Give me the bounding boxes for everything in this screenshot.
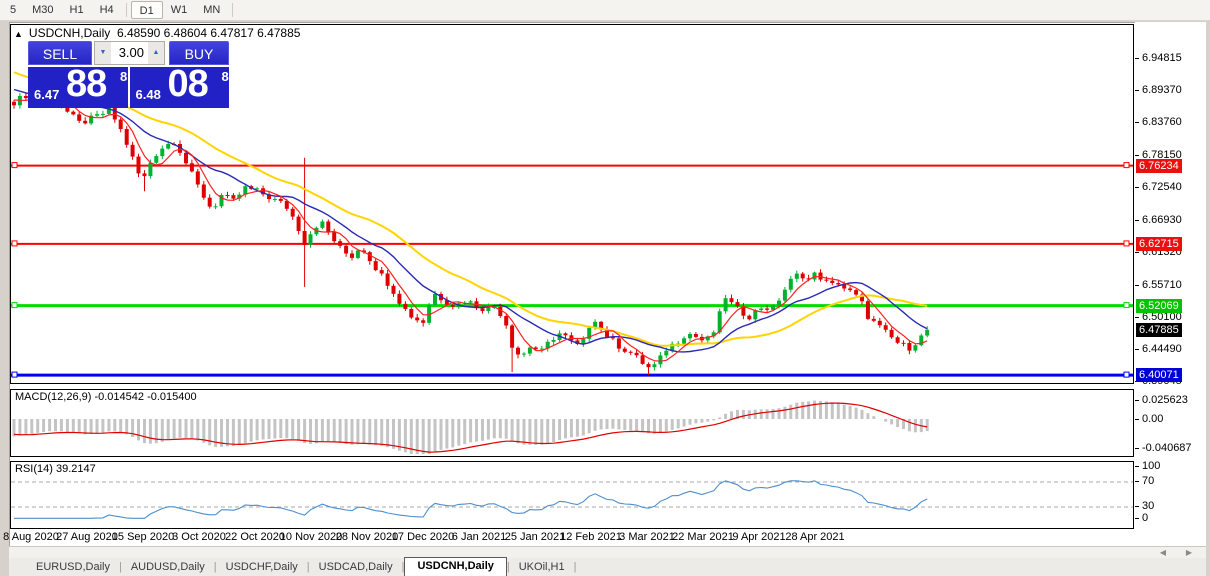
date-axis-label: 28 Apr 2021 <box>785 531 845 543</box>
axis-tick <box>1135 122 1139 124</box>
price-axis-label: 6.72540 <box>1142 181 1182 194</box>
scroll-right-icon[interactable]: ▶ <box>1182 548 1196 558</box>
rsi-axis-label: 70 <box>1142 475 1155 487</box>
buy-price-prefix: 6.48 <box>135 87 161 102</box>
chart-tab-usdchf[interactable]: USDCHF,Daily <box>217 559 307 576</box>
rsi-chart[interactable] <box>11 462 1133 528</box>
axis-tick <box>1135 349 1139 351</box>
chart-shift-arrow-icon: ▲ <box>14 29 23 39</box>
price-axis-label: 6.44490 <box>1142 343 1182 356</box>
hline-price-badge: 6.76234 <box>1136 158 1182 173</box>
one-click-trade-panel: SELL ▼ 3.00 ▲ BUY 6.47 88 8 6.48 08 8 <box>28 41 229 108</box>
axis-tick <box>1135 400 1139 401</box>
axis-tick <box>1135 448 1139 449</box>
axis-tick <box>1135 317 1139 318</box>
mt4-window: 5 M30 H1 H4 D1 W1 MN ▲ USDCNH,Daily 6.48590 6.4… <box>0 0 1210 576</box>
date-axis-label: 22 Mar 2021 <box>672 531 734 543</box>
axis-tick <box>1135 154 1139 156</box>
date-axis-label: 8 Aug 2020 <box>3 531 59 543</box>
buy-button[interactable]: BUY <box>169 41 229 65</box>
axis-tick <box>1135 419 1139 420</box>
chart-tab-audusd[interactable]: AUDUSD,Daily <box>122 559 214 576</box>
volume-decrease-icon[interactable]: ▼ <box>95 42 111 64</box>
hline-price-badge: 6.62715 <box>1136 236 1182 251</box>
chart-tab-bar: EURUSD,Daily | AUDUSD,Daily | USDCHF,Daily | U… <box>9 557 1206 576</box>
date-axis-label: 12 Feb 2021 <box>560 531 622 543</box>
buy-price-point: 8 <box>221 69 229 84</box>
date-axis-label: 6 Jan 2021 <box>451 531 507 543</box>
axis-tick <box>1135 89 1139 91</box>
volume-stepper: ▼ 3.00 ▲ <box>94 41 165 65</box>
rsi-axis-label: 100 <box>1142 460 1161 472</box>
volume-increase-icon[interactable]: ▲ <box>148 42 164 64</box>
date-axis-label: 3 Mar 2021 <box>619 531 675 543</box>
chart-tab-usdcad[interactable]: USDCAD,Daily <box>310 559 402 576</box>
timeframe-button-h1[interactable]: H1 <box>62 1 92 19</box>
chart-header: ▲ USDCNH,Daily 6.48590 6.48604 6.47817 6.… <box>14 26 300 40</box>
chart-tab-usdcnh[interactable]: USDCNH,Daily <box>404 557 507 576</box>
scroll-left-icon[interactable]: ◀ <box>1156 548 1170 558</box>
sell-price-pips: 88 <box>66 63 107 105</box>
axis-tick <box>1135 219 1139 221</box>
chart-symbol-label: USDCNH,Daily <box>28 26 111 40</box>
timeframe-button-m30[interactable]: M30 <box>24 1 61 19</box>
timeframe-toolbar: 5 M30 H1 H4 D1 W1 MN <box>0 0 1210 21</box>
sell-button[interactable]: SELL <box>28 41 92 65</box>
toolbar-separator <box>125 3 127 17</box>
rsi-indicator-panel[interactable] <box>10 461 1134 529</box>
current-price-badge: 6.47885 <box>1136 322 1182 337</box>
sell-price-quote[interactable]: 6.47 88 8 <box>28 63 128 108</box>
date-axis-label: 10 Nov 2020 <box>279 531 343 543</box>
rsi-axis-label: 0 <box>1142 512 1149 524</box>
macd-label: MACD(12,26,9) -0.014542 -0.015400 <box>15 391 197 403</box>
sell-price-prefix: 6.47 <box>34 87 60 102</box>
date-axis-label: 9 Apr 2021 <box>732 531 786 543</box>
chart-ohlc-values: 6.48590 6.48604 6.47817 6.47885 <box>116 26 301 40</box>
price-axis-label: 6.50100 <box>1142 311 1182 323</box>
rsi-axis-label: 30 <box>1142 500 1155 512</box>
price-axis-label: 6.55710 <box>1142 278 1182 291</box>
date-axis[interactable]: 8 Aug 2020 27 Aug 2020 15 Sep 2020 3 Oct 20… <box>3 529 1134 545</box>
axis-tick <box>1135 506 1139 507</box>
axis-tick <box>1135 518 1139 519</box>
macd-axis-label: 0.025623 <box>1142 394 1188 406</box>
tab-separator: | <box>573 561 577 573</box>
buy-price-quote[interactable]: 6.48 08 8 <box>129 63 229 108</box>
price-axis-label: 6.83760 <box>1142 116 1182 129</box>
hline-price-badge: 6.52069 <box>1136 298 1182 313</box>
date-axis-label: 22 Oct 2020 <box>225 531 285 543</box>
sell-price-point: 8 <box>120 69 128 84</box>
axis-tick <box>1135 187 1139 189</box>
date-axis-label: 28 Nov 2020 <box>335 531 399 543</box>
timeframe-button-mn[interactable]: MN <box>195 1 228 19</box>
chart-tab-eurusd[interactable]: EURUSD,Daily <box>27 559 119 576</box>
toolbar-separator <box>232 3 234 17</box>
macd-axis-label: 0.00 <box>1142 413 1164 425</box>
timeframe-button-h4[interactable]: H4 <box>92 1 122 19</box>
rsi-label: RSI(14) 39.2147 <box>15 463 96 475</box>
timeframe-button-5[interactable]: 5 <box>2 1 24 19</box>
date-axis-label: 27 Aug 2020 <box>56 531 118 543</box>
axis-tick <box>1135 284 1139 286</box>
macd-axis-label: -0.040687 <box>1142 442 1192 454</box>
price-axis-label: 6.89370 <box>1142 83 1182 96</box>
timeframe-button-w1[interactable]: W1 <box>163 1 196 19</box>
date-axis-label: 17 Dec 2020 <box>391 531 455 543</box>
horizontal-scrollbar[interactable]: ◀ ▶ <box>9 546 1206 558</box>
price-axis-label: 6.66930 <box>1142 213 1182 226</box>
timeframe-button-d1[interactable]: D1 <box>130 1 163 19</box>
axis-tick <box>1135 466 1139 467</box>
axis-tick <box>1135 481 1139 482</box>
price-axis[interactable]: 6.94815 6.89370 6.83760 6.78150 6.72540 6.669… <box>1135 22 1206 546</box>
axis-tick <box>1135 252 1139 253</box>
volume-input[interactable]: 3.00 <box>111 42 148 64</box>
chart-tab-ukoil[interactable]: UKOil,H1 <box>510 559 574 576</box>
date-axis-label: 25 Jan 2021 <box>504 531 566 543</box>
date-axis-label: 3 Oct 2020 <box>172 531 226 543</box>
hline-price-badge: 6.40071 <box>1136 368 1182 383</box>
buy-price-pips: 08 <box>167 63 209 105</box>
price-axis-label: 6.94815 <box>1142 52 1182 64</box>
axis-tick <box>1135 58 1139 59</box>
date-axis-label: 15 Sep 2020 <box>111 531 175 543</box>
